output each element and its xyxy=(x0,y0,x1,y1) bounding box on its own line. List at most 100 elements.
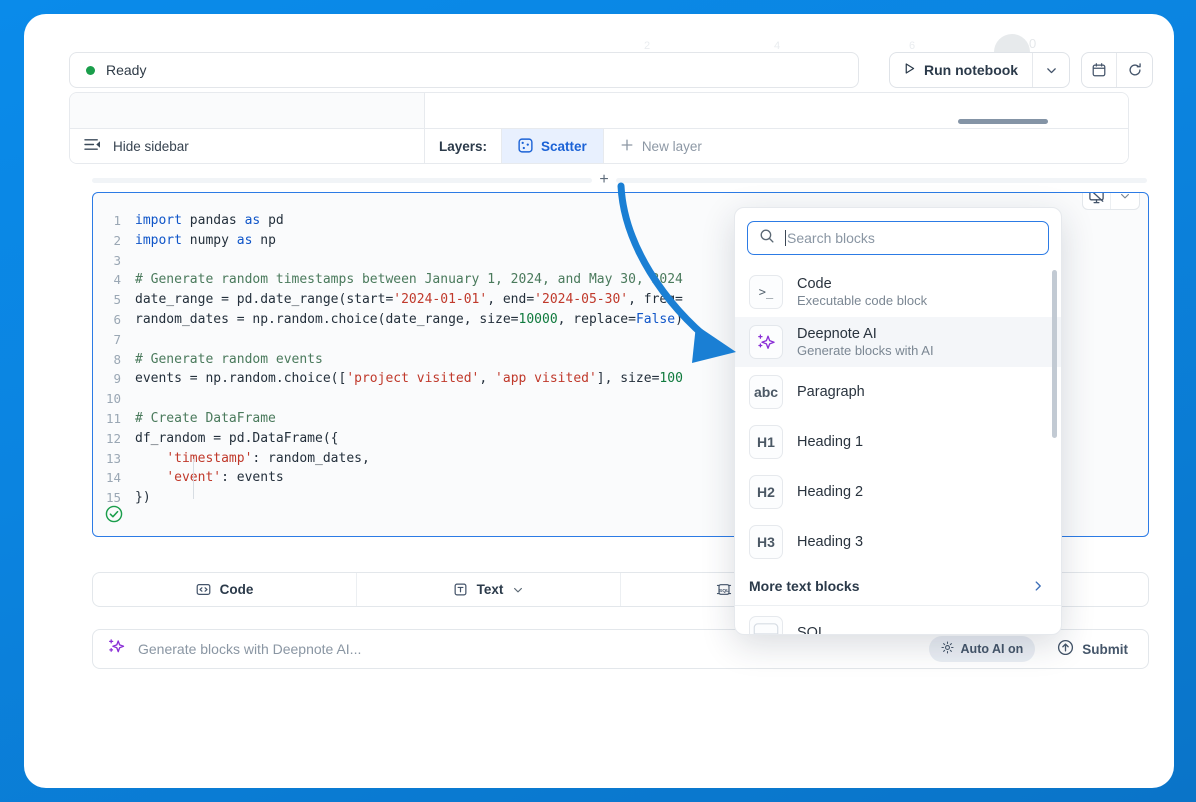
blocks-menu-item-code[interactable]: >_ Code Executable code block xyxy=(735,267,1061,317)
code-line-text: df_random = pd.DataFrame({ xyxy=(135,430,339,446)
sidebar-empty-area xyxy=(70,93,424,129)
blocks-menu-item-text: Heading 3 xyxy=(797,534,863,550)
blocks-menu-item-text: Code Executable code block xyxy=(797,276,927,308)
code-line-number: 3 xyxy=(113,252,121,268)
chevron-right-icon xyxy=(1031,579,1045,593)
code-line-text: date_range = pd.date_range(start='2024-0… xyxy=(135,292,683,308)
chart-scroll-handle[interactable] xyxy=(958,119,1048,124)
code-run-status-icon xyxy=(105,505,123,528)
code-line-number: 8 xyxy=(113,351,121,367)
blocks-menu-item-heading-1[interactable]: H1 Heading 1 xyxy=(735,417,1061,467)
blocks-menu-item-glyph: H3 xyxy=(757,534,775,550)
blocks-menu-item-title: Paragraph xyxy=(797,384,865,400)
ai-sparkle-icon xyxy=(107,637,126,661)
success-check-icon xyxy=(105,505,123,523)
code-line-text: random_dates = np.random.choice(date_ran… xyxy=(135,311,683,327)
new-layer-button[interactable]: New layer xyxy=(604,129,718,163)
blocks-menu-item-title: SQL xyxy=(797,625,827,634)
blocks-search-box[interactable]: Search blocks xyxy=(747,221,1049,255)
blocks-menu-item-text: Heading 1 xyxy=(797,434,863,450)
blocks-menu-item-heading-3[interactable]: H3 Heading 3 xyxy=(735,517,1061,567)
kernel-status-label: Ready xyxy=(106,62,147,78)
refresh-icon xyxy=(1128,63,1141,76)
code-line-number: 11 xyxy=(105,410,121,426)
blocks-dropdown-menu: Search blocks >_ Code Executable code bloc… xyxy=(734,207,1062,635)
insert-line-left xyxy=(92,177,592,183)
blocks-menu-item-text: Deepnote AI Generate blocks with AI xyxy=(797,326,934,358)
auto-ai-label: Auto AI on xyxy=(960,642,1024,656)
auto-ai-toggle[interactable]: Auto AI on xyxy=(928,636,1036,662)
kernel-status-bar[interactable]: Ready xyxy=(69,52,859,88)
run-notebook-button[interactable]: Run notebook xyxy=(890,53,1034,87)
blocks-menu-item-title: Heading 1 xyxy=(797,434,864,450)
blocks-menu-item-glyph: H2 xyxy=(757,484,775,500)
terminal-prompt-icon: >_ xyxy=(749,275,783,309)
code-line-number: 12 xyxy=(105,430,121,446)
more-text-blocks-label: More text blocks xyxy=(749,578,860,594)
ai-submit-button[interactable]: Submit xyxy=(1047,634,1138,664)
code-line-text: # Generate random timestamps between Jan… xyxy=(135,272,683,288)
blocks-menu-item-text: Heading 2 xyxy=(797,484,863,500)
hide-sidebar-button[interactable]: Hide sidebar xyxy=(70,129,424,163)
table-icon xyxy=(749,616,783,634)
code-line-text: import numpy as np xyxy=(135,232,276,248)
blocks-menu-item-text: Paragraph xyxy=(797,384,865,400)
blocks-menu-item-glyph: >_ xyxy=(758,285,774,299)
blocks-menu-item-sql[interactable]: SQL xyxy=(735,606,1061,634)
run-options-caret[interactable] xyxy=(1033,53,1069,87)
block-type-code-button[interactable]: Code xyxy=(93,573,357,606)
ai-prompt-bar[interactable]: Generate blocks with Deepnote AI... Auto… xyxy=(92,629,1149,669)
ai-prompt-input[interactable]: Generate blocks with Deepnote AI... xyxy=(138,641,917,657)
chart-config-strip: Hide sidebar Layers: Scatter New layer xyxy=(69,92,1129,164)
insert-line-right xyxy=(616,177,1147,183)
chevron-down-icon xyxy=(1046,67,1056,73)
code-line-number: 13 xyxy=(105,450,121,466)
blocks-menu-item-deepnote-ai[interactable]: Deepnote AI Generate blocks with AI xyxy=(735,317,1061,367)
more-text-blocks-button[interactable]: More text blocks xyxy=(735,567,1061,606)
layers-row: Layers: Scatter New layer xyxy=(425,129,1128,163)
play-icon xyxy=(903,62,916,78)
blocks-menu-item-title: Heading 3 xyxy=(797,534,864,550)
blocks-search-wrap: Search blocks xyxy=(735,208,1061,266)
run-notebook-label: Run notebook xyxy=(924,62,1019,78)
hide-sidebar-label: Hide sidebar xyxy=(113,139,189,154)
chevron-down-icon xyxy=(1121,193,1129,199)
chart-sidebar-panel: Hide sidebar xyxy=(70,93,425,163)
chart-canvas-area xyxy=(425,93,1128,129)
refresh-button[interactable] xyxy=(1117,53,1152,87)
blocks-search-input[interactable]: Search blocks xyxy=(785,230,875,246)
scatter-icon xyxy=(518,137,533,156)
heading-3-icon: H3 xyxy=(749,525,783,559)
code-line-text: 'event': events xyxy=(166,470,284,486)
code-block-options-caret[interactable] xyxy=(1111,193,1139,209)
sidebar-collapse-icon xyxy=(84,137,101,157)
app-window: 2 4 6 0 Ready Run notebook Hide sidebar … xyxy=(24,14,1174,788)
new-layer-label: New layer xyxy=(641,139,702,154)
code-line-text: # Create DataFrame xyxy=(135,410,276,426)
code-line-text: }) xyxy=(135,490,151,506)
ai-submit-label: Submit xyxy=(1082,641,1128,657)
code-line-number: 4 xyxy=(113,272,121,288)
heading-1-icon: H1 xyxy=(749,425,783,459)
insert-block-plus-button[interactable]: + xyxy=(592,172,616,188)
blocks-menu-item-paragraph[interactable]: abc Paragraph xyxy=(735,367,1061,417)
code-line-number: 2 xyxy=(113,232,121,248)
block-type-text-button[interactable]: Text xyxy=(357,573,621,606)
blocks-menu-item-title: Code xyxy=(797,276,832,292)
run-notebook-group: Run notebook xyxy=(889,52,1071,88)
blocks-menu-item-glyph: abc xyxy=(753,384,779,400)
code-line-text: # Generate random events xyxy=(135,351,323,367)
sql-icon: SQL xyxy=(716,582,732,597)
blocks-menu-scrollbar[interactable] xyxy=(1052,270,1057,438)
heading-2-icon: H2 xyxy=(749,475,783,509)
code-block-tools xyxy=(1082,193,1140,210)
layer-tab-scatter[interactable]: Scatter xyxy=(502,129,604,163)
code-line-number: 1 xyxy=(113,213,121,228)
schedule-button[interactable] xyxy=(1082,53,1118,87)
blocks-menu-item-heading-2[interactable]: H2 Heading 2 xyxy=(735,467,1061,517)
svg-text:SQL: SQL xyxy=(719,588,729,594)
hide-output-button[interactable] xyxy=(1083,193,1111,209)
code-line-text: events = np.random.choice(['project visi… xyxy=(135,371,683,387)
layer-tab-label: Scatter xyxy=(541,139,587,154)
text-t-icon xyxy=(453,582,468,597)
